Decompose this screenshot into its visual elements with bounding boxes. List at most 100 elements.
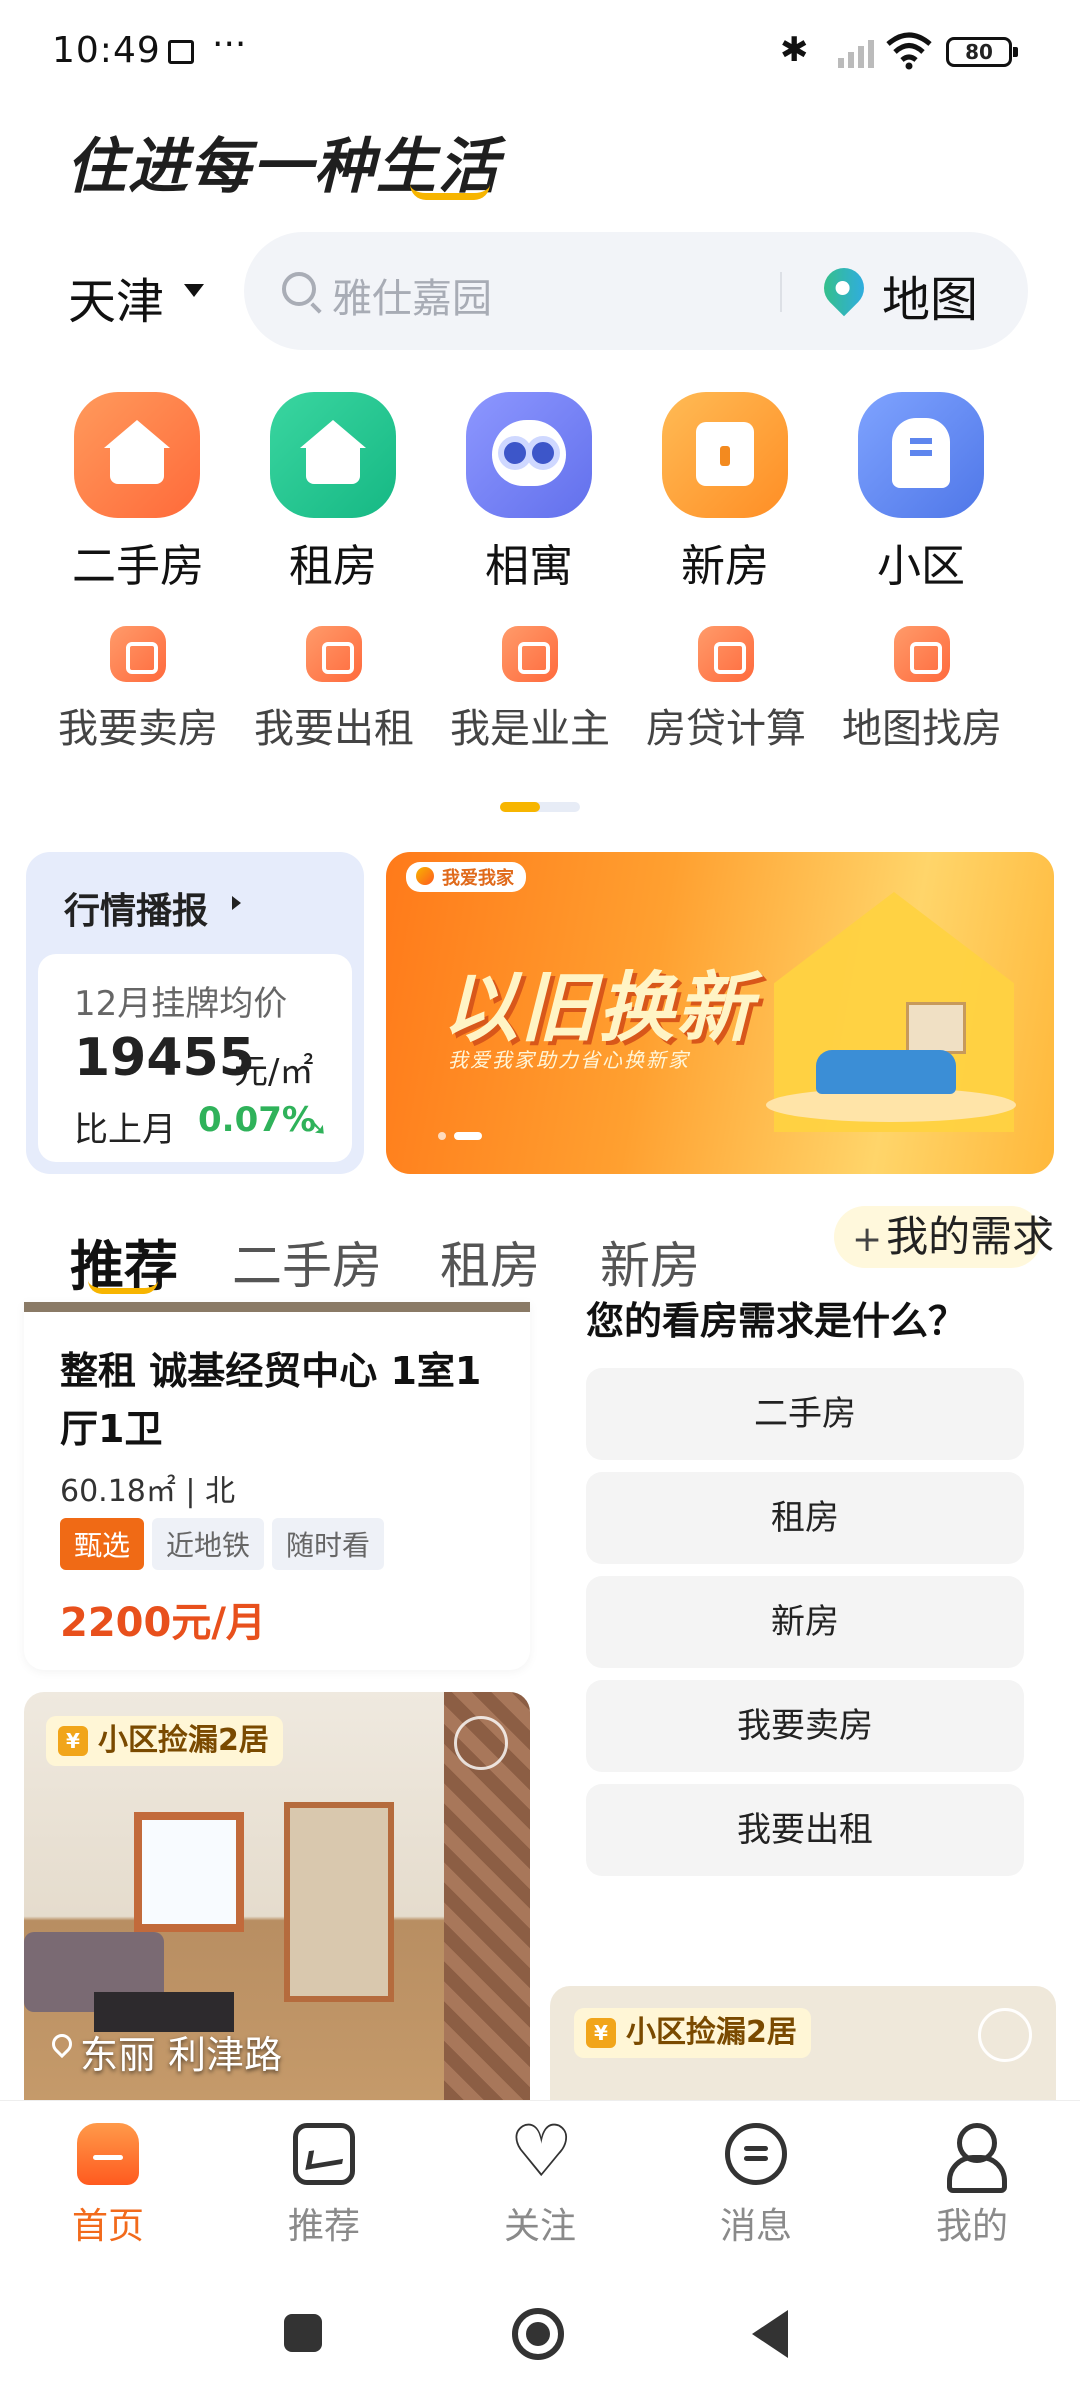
category-label: 相寓	[485, 541, 573, 592]
owner-icon	[502, 626, 558, 682]
needs-option-second-hand[interactable]: 二手房	[586, 1368, 1024, 1460]
banner-indicator-dot	[438, 1132, 446, 1140]
market-price-label: 12月挂牌均价	[74, 984, 288, 1024]
tab-second-hand[interactable]: 二手房	[232, 1226, 382, 1298]
percent-tag-icon	[306, 626, 362, 682]
listing-location: 东丽 利津路	[80, 2033, 283, 2077]
category-label: 小区	[877, 541, 965, 592]
listing-tag: 甄选	[60, 1518, 145, 1570]
listing-price: 2200元/月	[60, 1600, 266, 1646]
map-button[interactable]: 地图	[882, 260, 978, 330]
category-new-home[interactable]: 新房	[660, 392, 790, 594]
shortcut-label: 我要出租	[254, 706, 414, 752]
search-icon	[282, 272, 316, 306]
bottom-navigation: 首页 推荐 关注 消息 我的	[0, 2100, 1080, 2266]
needs-option-rent-out[interactable]: 我要出租	[586, 1784, 1024, 1876]
arrow-down-icon: ➘	[306, 1112, 328, 1142]
app-screen: 10:49 ··· ✱ 80 住进每一种生活 天津 雅仕嘉园 地图 二手房 租房…	[0, 0, 1080, 2400]
listing-meta: 60.18㎡ | 北	[60, 1474, 236, 1509]
listing-photo-strip	[24, 1302, 530, 1312]
promo-banner[interactable]: 我爱我家 以旧换新 我爱我家助力省心换新家	[386, 852, 1054, 1174]
listing-photo-card[interactable]: ¥ 小区捡漏2居 东丽 利津路	[24, 1692, 530, 2100]
system-navigation-bar	[0, 2266, 1080, 2400]
nav-label: 我的	[935, 2206, 1008, 2247]
category-community[interactable]: 小区	[856, 392, 986, 594]
needs-option-new-home[interactable]: 新房	[586, 1576, 1024, 1668]
chevron-right-icon	[232, 896, 241, 910]
banner-indicator-active	[454, 1132, 482, 1140]
listing-card[interactable]: 整租 诚基经贸中心 1室1厅1卫 60.18㎡ | 北 甄选 近地铁 随时看 220…	[24, 1302, 530, 1670]
nav-profile[interactable]: 我的	[902, 2123, 1042, 2249]
nav-home[interactable]: 首页	[38, 2123, 178, 2249]
shortcut-rent-out[interactable]: 我要出租	[244, 626, 424, 754]
shortcut-label: 房贷计算	[646, 706, 806, 752]
more-notifications-icon: ···	[212, 24, 247, 65]
market-title: 行情播报	[64, 891, 209, 932]
banner-headline: 以旧换新	[442, 963, 754, 1052]
category-rent[interactable]: 租房	[268, 392, 398, 594]
shortcut-owner[interactable]: 我是业主	[440, 626, 620, 754]
building-icon	[858, 392, 984, 518]
door-sparkle-icon	[662, 392, 788, 518]
needs-question: 您的看房需求是什么？	[586, 1299, 967, 1343]
recent-apps-icon[interactable]	[284, 2314, 322, 2352]
needs-option-rent[interactable]: 租房	[586, 1472, 1024, 1564]
sofa-illustration	[816, 1050, 956, 1094]
nav-follow[interactable]: 关注	[470, 2109, 610, 2249]
shortcut-label: 地图找房	[842, 706, 1002, 752]
user-icon	[941, 2123, 1007, 2193]
shortcut-label: 我要卖房	[58, 706, 218, 752]
deal-tag: ¥ 小区捡漏2居	[574, 2008, 811, 2058]
shortcut-mortgage-calculator[interactable]: 房贷计算	[636, 626, 816, 754]
vr-view-icon[interactable]	[978, 2008, 1032, 2062]
home-circle-icon[interactable]	[512, 2308, 564, 2360]
owl-mascot-icon	[466, 392, 592, 518]
home-icon	[77, 2123, 139, 2185]
shortcut-sell-home[interactable]: 我要卖房	[48, 626, 228, 754]
plus-icon: +	[852, 1219, 883, 1260]
deal-tag: ¥ 小区捡漏2居	[46, 1716, 283, 1766]
clock: 10:49	[52, 30, 161, 71]
category-xiangyu[interactable]: 相寓	[464, 392, 594, 594]
house-shape	[300, 420, 366, 486]
search-divider	[780, 272, 782, 312]
listing-tags: 甄选 近地铁 随时看	[60, 1518, 392, 1570]
shortcut-map-search[interactable]: 地图找房	[832, 626, 1012, 754]
city-selector[interactable]: 天津	[68, 262, 164, 332]
cellular-signal-icon	[838, 40, 874, 68]
trend-chart-icon	[293, 2123, 355, 2185]
heart-icon	[509, 2109, 571, 2193]
nav-label: 消息	[719, 2206, 792, 2247]
listing-tag: 近地铁	[152, 1518, 265, 1570]
vr-view-icon[interactable]	[454, 1716, 508, 1770]
category-second-hand[interactable]: 二手房	[72, 392, 204, 594]
nav-label: 关注	[503, 2206, 576, 2247]
map-pin-icon[interactable]	[815, 259, 873, 317]
nav-label: 推荐	[287, 2206, 360, 2247]
needs-option-sell[interactable]: 我要卖房	[586, 1680, 1024, 1772]
nav-recommend[interactable]: 推荐	[254, 2123, 394, 2249]
map-icon	[894, 626, 950, 682]
bluetooth-icon: ✱	[780, 30, 809, 70]
my-needs-button[interactable]: +我的需求	[834, 1206, 1054, 1268]
wifi-icon	[886, 32, 932, 70]
search-bar[interactable]: 雅仕嘉园 地图	[244, 232, 1028, 350]
tab-new-home[interactable]: 新房	[600, 1226, 700, 1298]
search-placeholder[interactable]: 雅仕嘉园	[332, 266, 492, 324]
owl-shape	[492, 420, 566, 486]
brand-tag: 我爱我家	[406, 862, 526, 892]
market-price: 19455	[74, 1028, 255, 1088]
status-bar: 10:49 ··· ✱ 80	[0, 0, 1080, 110]
category-label: 租房	[289, 541, 377, 592]
yen-icon: ¥	[58, 1726, 88, 1756]
nav-messages[interactable]: 消息	[686, 2123, 826, 2249]
market-compare-label: 比上月	[74, 1110, 176, 1150]
listing-photo-card-2[interactable]: ¥ 小区捡漏2居	[550, 1986, 1056, 2100]
market-report-card[interactable]: 行情播报 12月挂牌均价 19455 元/㎡ 比上月 0.07% ➘	[26, 852, 364, 1174]
market-inner-panel: 12月挂牌均价 19455 元/㎡ 比上月 0.07% ➘	[38, 954, 352, 1162]
back-icon[interactable]	[752, 2310, 788, 2358]
chevron-down-icon[interactable]	[184, 284, 204, 297]
chat-bubble-icon	[725, 2123, 787, 2185]
tab-rent[interactable]: 租房	[440, 1226, 540, 1298]
shortcut-label: 我是业主	[450, 706, 610, 752]
